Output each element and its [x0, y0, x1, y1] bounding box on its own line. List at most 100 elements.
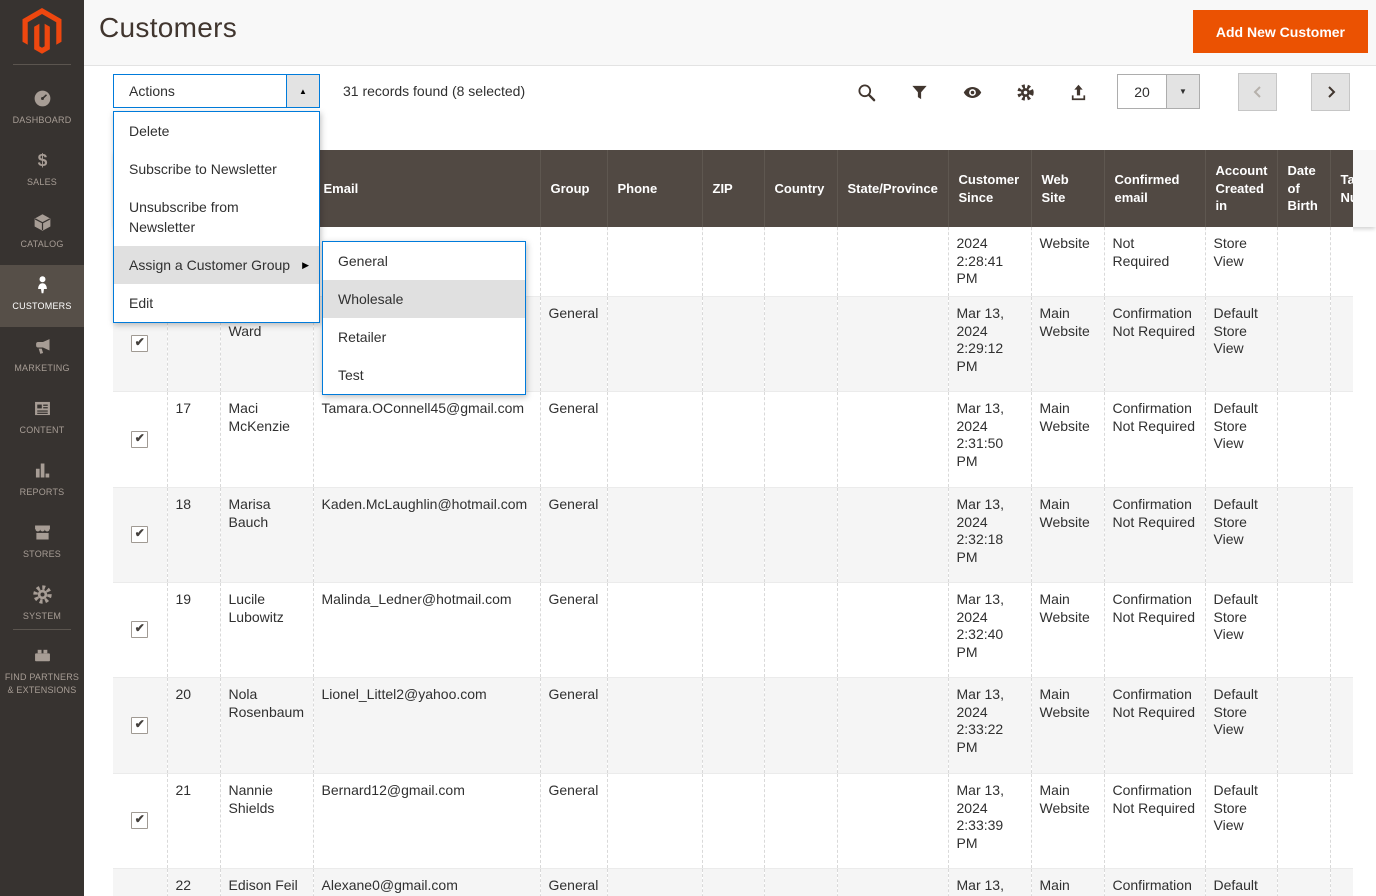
cell-confirmed: Confirmation Not Required [1104, 773, 1205, 868]
cell-id: 20 [167, 677, 220, 773]
menu-item-subscribe-to-newsletter[interactable]: Subscribe to Newsletter [114, 150, 319, 188]
next-page-button[interactable] [1311, 73, 1350, 111]
sidebar-item-reports[interactable]: REPORTS [0, 451, 84, 513]
col-phone[interactable]: Phone [607, 150, 702, 227]
menu-item-unsubscribe-from-newsletter[interactable]: Unsubscribe from Newsletter [114, 188, 319, 246]
sidebar-item-dashboard[interactable]: DASHBOARD [0, 79, 84, 141]
magento-admin: DASHBOARD$SALESCATALOGCUSTOMERSMARKETING… [0, 0, 1376, 896]
prev-page-button[interactable] [1238, 73, 1277, 111]
row-checkbox[interactable]: ✔ [131, 621, 148, 638]
menu-item-label: Assign a Customer Group [129, 257, 290, 273]
cell-checkbox: ✔ [113, 391, 167, 487]
dashboard-icon [32, 88, 53, 109]
cell-state [837, 296, 948, 391]
filters-button[interactable] [899, 72, 939, 112]
sidebar-item-content[interactable]: CONTENT [0, 389, 84, 451]
cell-tax [1330, 391, 1353, 487]
per-page-select[interactable]: 20 ▼ [1117, 74, 1200, 109]
cell-id: 22 [167, 868, 220, 896]
sidebar-item-sales[interactable]: $SALES [0, 141, 84, 203]
table-row: ✔17Maci McKenzieTamara.OConnell45@gmail.… [113, 391, 1353, 487]
row-checkbox[interactable]: ✔ [131, 335, 148, 352]
sidebar-item-partners[interactable]: FIND PARTNERS & EXTENSIONS [0, 636, 84, 698]
menu-item-label: Test [338, 367, 364, 383]
sidebar-nav: DASHBOARD$SALESCATALOGCUSTOMERSMARKETING… [0, 65, 84, 698]
row-checkbox[interactable]: ✔ [131, 717, 148, 734]
submenu-item-wholesale[interactable]: Wholesale [323, 280, 525, 318]
sidebar-item-stores[interactable]: STORES [0, 513, 84, 575]
submenu-item-retailer[interactable]: Retailer [323, 318, 525, 356]
cell-dob [1277, 773, 1330, 868]
cell-id: 19 [167, 582, 220, 677]
cell-confirmed: Confirmation [1104, 868, 1205, 896]
col-confirmed-email[interactable]: Confirmed email [1104, 150, 1205, 227]
sidebar-item-marketing[interactable]: MARKETING [0, 327, 84, 389]
cell-website: Main Website [1031, 677, 1104, 773]
add-new-customer-button[interactable]: Add New Customer [1193, 10, 1368, 53]
customer-group-submenu: General WholesaleRetailer Test [322, 241, 526, 395]
cell-confirmed: Confirmation Not Required [1104, 677, 1205, 773]
col-date-of-birth[interactable]: Date of Birth [1277, 150, 1330, 227]
search-button[interactable] [846, 72, 886, 112]
submenu-item-test[interactable]: Test [323, 356, 525, 394]
search-icon [857, 83, 876, 102]
reports-icon [32, 460, 53, 481]
cell-group: General [540, 677, 607, 773]
col-email[interactable]: Email [313, 150, 540, 227]
menu-item-label: Subscribe to Newsletter [129, 161, 277, 177]
cell-since: 2024 2:28:41 PM [948, 227, 1031, 296]
cell-since: Mar 13, 2024 2:32:40 PM [948, 582, 1031, 677]
sidebar-item-catalog[interactable]: CATALOG [0, 203, 84, 265]
cell-account: Default [1205, 868, 1277, 896]
row-checkbox[interactable]: ✔ [131, 431, 148, 448]
cell-website: Website [1031, 227, 1104, 296]
cell-email: Bernard12@gmail.com [313, 773, 540, 868]
sidebar-item-label: SYSTEM [23, 610, 61, 623]
columns-button[interactable] [952, 72, 992, 112]
sidebar-item-label: FIND PARTNERS & EXTENSIONS [5, 671, 79, 697]
menu-item-label: General [338, 253, 388, 269]
magento-logo[interactable] [0, 0, 84, 62]
cell-website: Main Website [1031, 773, 1104, 868]
cell-group: General [540, 487, 607, 582]
menu-item-assign-a-customer-group[interactable]: Assign a Customer Group▶ [114, 246, 319, 284]
col-state-province[interactable]: State/Province [837, 150, 948, 227]
col-web-site[interactable]: Web Site [1031, 150, 1104, 227]
sidebar-item-customers[interactable]: CUSTOMERS [0, 265, 84, 327]
cell-country [764, 227, 837, 296]
cell-name: Maci McKenzie [220, 391, 313, 487]
menu-item-edit[interactable]: Edit [114, 284, 319, 322]
page-title: Customers [99, 12, 237, 44]
menu-item-delete[interactable]: Delete [114, 112, 319, 150]
col-tax-vat-number[interactable]: Tax VAT Number [1330, 150, 1353, 227]
col-country[interactable]: Country [764, 150, 837, 227]
cell-id: 18 [167, 487, 220, 582]
cell-account: Default Store View [1205, 487, 1277, 582]
cell-state [837, 868, 948, 896]
cell-account: Default Store View [1205, 391, 1277, 487]
cell-group: General [540, 773, 607, 868]
submenu-item-general[interactable]: General [323, 242, 525, 280]
col-zip[interactable]: ZIP [702, 150, 764, 227]
cell-account: Default Store View [1205, 296, 1277, 391]
chevron-up-icon[interactable]: ▲ [286, 75, 319, 107]
row-checkbox[interactable]: ✔ [131, 812, 148, 829]
sidebar-item-system[interactable]: SYSTEM [0, 575, 84, 627]
col-account-created-in[interactable]: Account Created in [1205, 150, 1277, 227]
cell-phone [607, 487, 702, 582]
col-group[interactable]: Group [540, 150, 607, 227]
col-customer-since[interactable]: Customer Since [948, 150, 1031, 227]
catalog-icon [32, 212, 53, 233]
partners-icon [32, 645, 53, 666]
filter-icon [910, 83, 929, 102]
settings-button[interactable] [1005, 72, 1045, 112]
export-button[interactable] [1058, 72, 1098, 112]
page-header [84, 0, 1376, 66]
actions-dropdown[interactable]: Actions ▲ [113, 74, 320, 108]
cell-country [764, 773, 837, 868]
cell-country [764, 677, 837, 773]
gear-icon [1016, 83, 1035, 102]
row-checkbox[interactable]: ✔ [131, 526, 148, 543]
chevron-down-icon[interactable]: ▼ [1166, 75, 1199, 108]
sidebar: DASHBOARD$SALESCATALOGCUSTOMERSMARKETING… [0, 0, 84, 896]
